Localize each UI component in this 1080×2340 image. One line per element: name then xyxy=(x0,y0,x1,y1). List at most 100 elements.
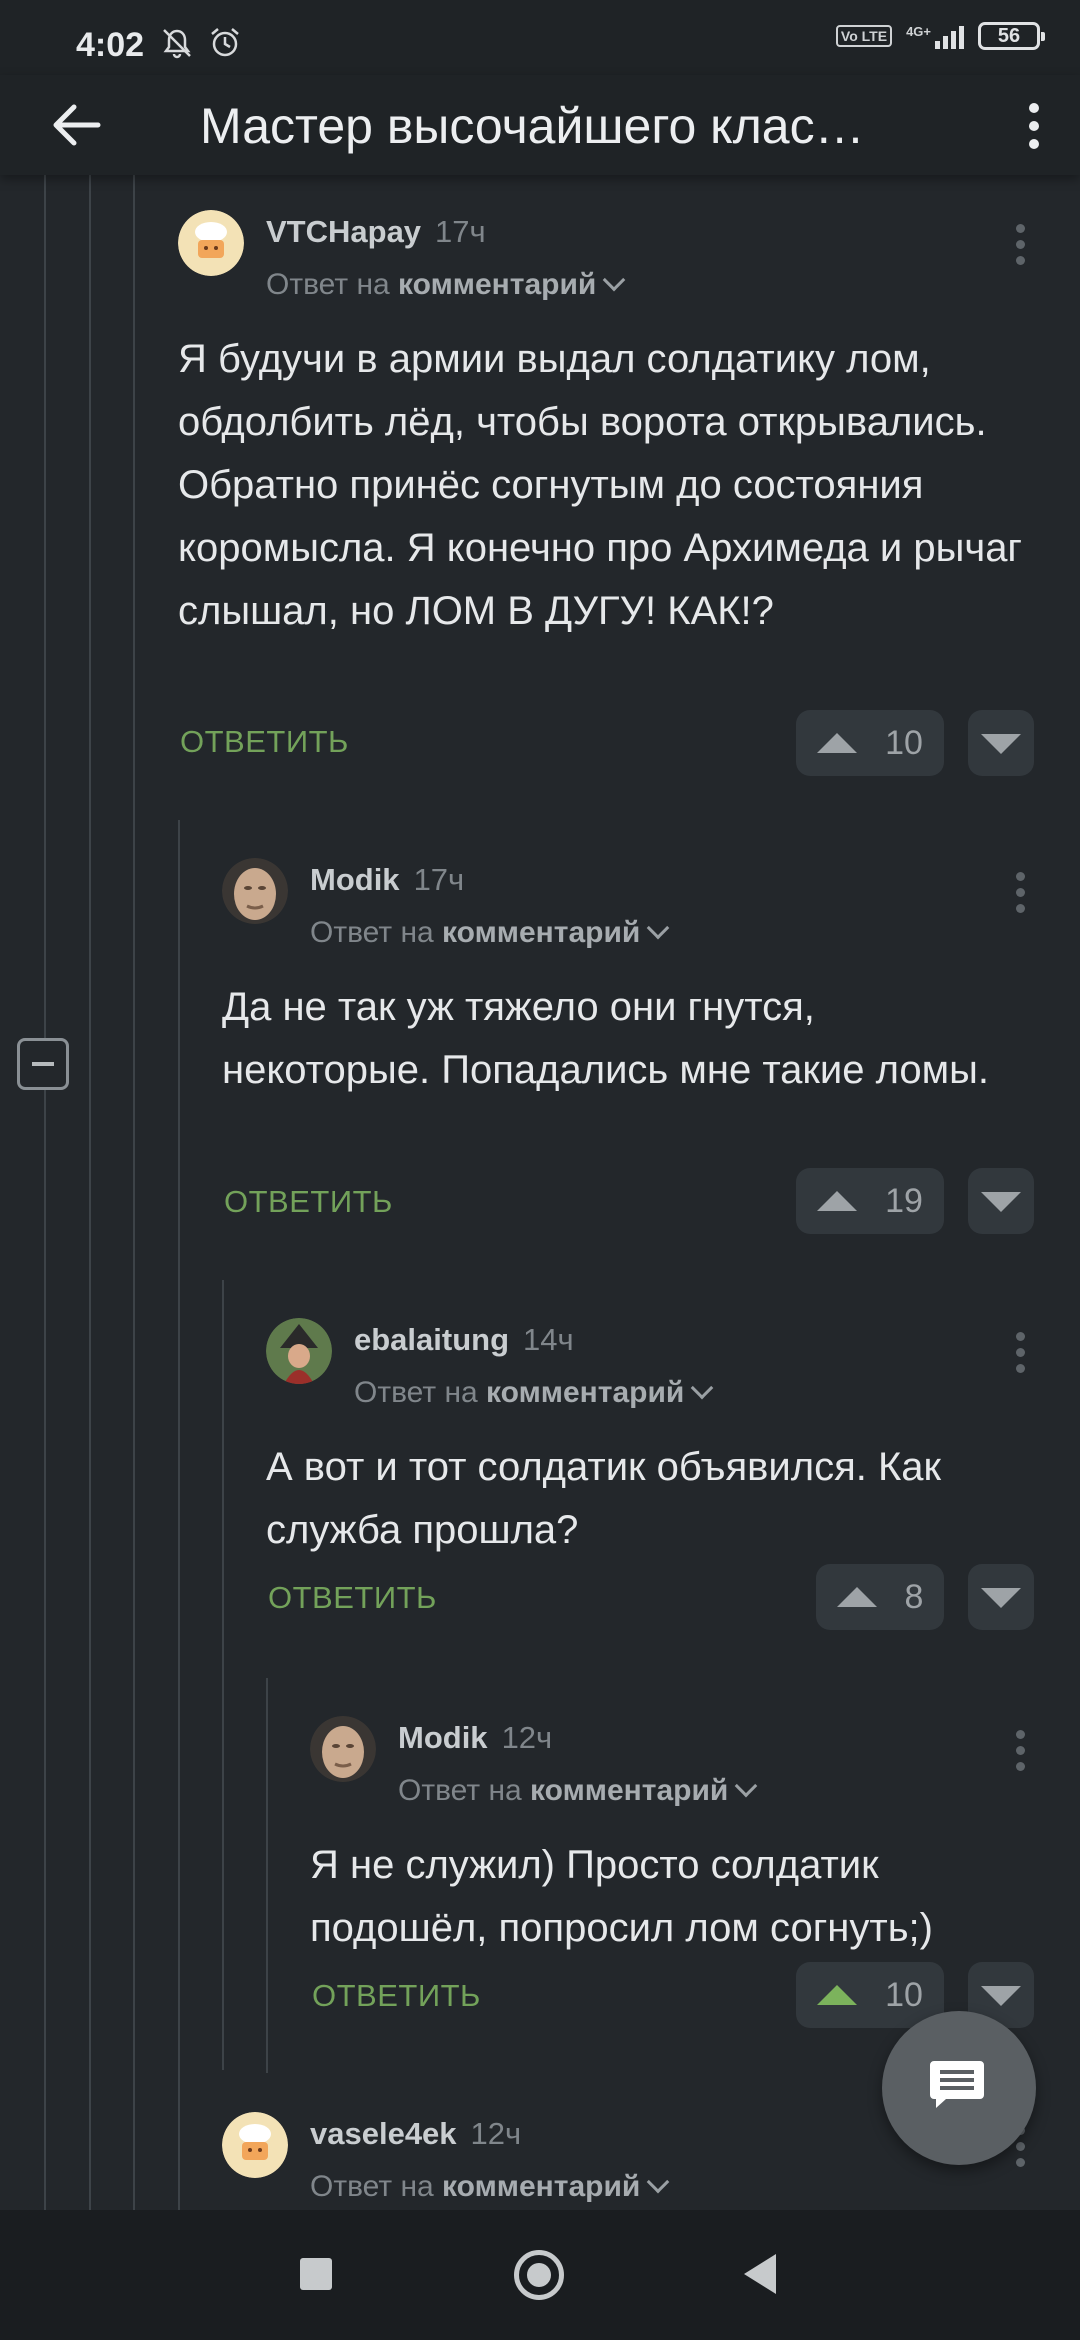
more-vert-icon[interactable] xyxy=(1024,101,1044,151)
upvote-icon xyxy=(817,1985,858,2005)
comment-menu-icon[interactable] xyxy=(1016,872,1026,916)
rating-value: 10 xyxy=(885,723,923,762)
default-avatar-icon xyxy=(222,2112,288,2178)
reply-button[interactable]: ОТВЕТИТЬ xyxy=(268,1580,437,1616)
thread-line xyxy=(266,1678,268,2073)
reply-to[interactable]: Ответ на комментарий xyxy=(310,916,670,950)
comment-text: А вот и тот солдатик объявился. Как служ… xyxy=(266,1445,942,1552)
chevron-down-icon[interactable] xyxy=(603,268,626,292)
reply-target-link[interactable]: комментарий xyxy=(442,2170,640,2203)
reply-prefix: Ответ на xyxy=(354,1376,478,1409)
reply-to[interactable]: Ответ на комментарий xyxy=(398,1774,758,1808)
chevron-down-icon[interactable] xyxy=(647,2170,670,2194)
comment-text: Я будучи в армии выдал солдатику лом, об… xyxy=(178,337,1023,633)
chevron-down-icon[interactable] xyxy=(647,916,670,940)
author-name[interactable]: vasele4ek xyxy=(310,2116,457,2151)
volte-badge: Vo LTE xyxy=(835,25,893,47)
reply-prefix: Ответ на xyxy=(310,916,434,949)
comment-author[interactable]: vasele4ek 12ч xyxy=(310,2116,521,2152)
comment-time: 17ч xyxy=(435,214,486,249)
upvote-button[interactable]: 10 xyxy=(796,710,944,776)
author-name[interactable]: Modik xyxy=(310,862,400,897)
chevron-down-icon[interactable] xyxy=(691,1376,714,1400)
status-system-icons: Vo LTE 4G+ 56 xyxy=(835,22,1045,50)
comment-menu-icon[interactable] xyxy=(1016,1730,1026,1774)
upvote-icon xyxy=(817,1191,858,1211)
author-name[interactable]: ebalaitung xyxy=(354,1322,509,1357)
battery-icon: 56 xyxy=(978,22,1045,50)
reply-to[interactable]: Ответ на комментарий xyxy=(266,268,626,302)
comment-menu-icon[interactable] xyxy=(1016,224,1026,268)
reply-to[interactable]: Ответ на комментарий xyxy=(310,2170,670,2204)
thread-line xyxy=(133,175,135,2210)
reply-button[interactable]: ОТВЕТИТЬ xyxy=(180,724,349,760)
comment-menu-icon[interactable] xyxy=(1016,1332,1026,1376)
rating-value: 10 xyxy=(885,1975,923,2014)
user-avatar-icon xyxy=(266,1318,332,1384)
default-avatar-icon xyxy=(178,210,244,276)
downvote-button[interactable] xyxy=(968,710,1034,776)
downvote-button[interactable] xyxy=(968,1564,1034,1630)
status-time: 4:02 xyxy=(76,26,145,64)
recents-icon[interactable] xyxy=(300,2258,332,2290)
avatar[interactable] xyxy=(222,858,288,924)
comment-text: Да не так уж тяжело они гнутся, некоторы… xyxy=(222,985,990,1092)
upvote-button[interactable]: 8 xyxy=(816,1564,944,1630)
avatar[interactable] xyxy=(310,1716,376,1782)
author-name[interactable]: VTCHapay xyxy=(266,214,421,249)
comment-time: 14ч xyxy=(523,1322,574,1357)
user-avatar-icon xyxy=(222,858,288,924)
reply-target-link[interactable]: комментарий xyxy=(530,1774,728,1807)
avatar[interactable] xyxy=(222,2112,288,2178)
comment-author[interactable]: Modik 12ч xyxy=(398,1720,552,1756)
thread-line xyxy=(44,175,46,2210)
system-nav-bar xyxy=(0,2210,1080,2340)
upvote-button[interactable]: 10 xyxy=(796,1962,944,2028)
home-icon[interactable] xyxy=(514,2250,564,2300)
status-notification-icons xyxy=(160,26,242,60)
reply-target-link[interactable]: комментарий xyxy=(398,268,596,301)
comment-author[interactable]: Modik 17ч xyxy=(310,862,464,898)
user-avatar-icon xyxy=(310,1716,376,1782)
comment-time: 12ч xyxy=(501,1720,553,1755)
status-bar: 4:02 Vo LTE 4G+ 56 xyxy=(0,0,1080,75)
upvote-icon xyxy=(817,733,858,753)
upvote-icon xyxy=(836,1587,877,1607)
arrow-left-icon[interactable] xyxy=(46,97,106,153)
comment-time: 17ч xyxy=(413,862,465,897)
comment-author[interactable]: VTCHapay 17ч xyxy=(266,214,486,250)
thread-line xyxy=(89,175,91,2210)
comment-text: Я не служил) Просто солдатик подошёл, по… xyxy=(310,1843,933,1950)
avatar[interactable] xyxy=(178,210,244,276)
rating-value: 8 xyxy=(904,1577,924,1616)
reply-target-link[interactable]: комментарий xyxy=(442,916,640,949)
network-type: 4G+ xyxy=(906,24,931,39)
chevron-down-icon[interactable] xyxy=(735,1774,758,1798)
rating-value: 19 xyxy=(885,1181,923,1220)
reply-prefix: Ответ на xyxy=(266,268,390,301)
avatar[interactable] xyxy=(266,1318,332,1384)
reply-target-link[interactable]: комментарий xyxy=(486,1376,684,1409)
thread-line xyxy=(178,820,180,2210)
reply-to[interactable]: Ответ на комментарий xyxy=(354,1376,714,1410)
bell-off-icon xyxy=(163,29,191,59)
alarm-icon xyxy=(211,28,239,57)
thread-line xyxy=(222,1280,224,2070)
write-comment-button[interactable] xyxy=(882,2011,1036,2165)
collapse-thread-button[interactable] xyxy=(17,1038,69,1090)
comment-author[interactable]: ebalaitung 14ч xyxy=(354,1322,574,1358)
author-name[interactable]: Modik xyxy=(398,1720,488,1755)
network-indicator: 4G+ xyxy=(906,23,964,49)
comment-icon xyxy=(930,2061,984,2108)
comment-time: 12ч xyxy=(470,2116,522,2151)
reply-button[interactable]: ОТВЕТИТЬ xyxy=(312,1978,481,2014)
reply-button[interactable]: ОТВЕТИТЬ xyxy=(224,1184,393,1220)
battery-level: 56 xyxy=(997,25,1021,47)
back-icon[interactable] xyxy=(744,2254,776,2294)
page-title: Мастер высочайшего клас… xyxy=(200,98,865,154)
reply-prefix: Ответ на xyxy=(398,1774,522,1807)
downvote-button[interactable] xyxy=(968,1168,1034,1234)
app-bar: Мастер высочайшего клас… xyxy=(0,75,1080,175)
reply-prefix: Ответ на xyxy=(310,2170,434,2203)
upvote-button[interactable]: 19 xyxy=(796,1168,944,1234)
